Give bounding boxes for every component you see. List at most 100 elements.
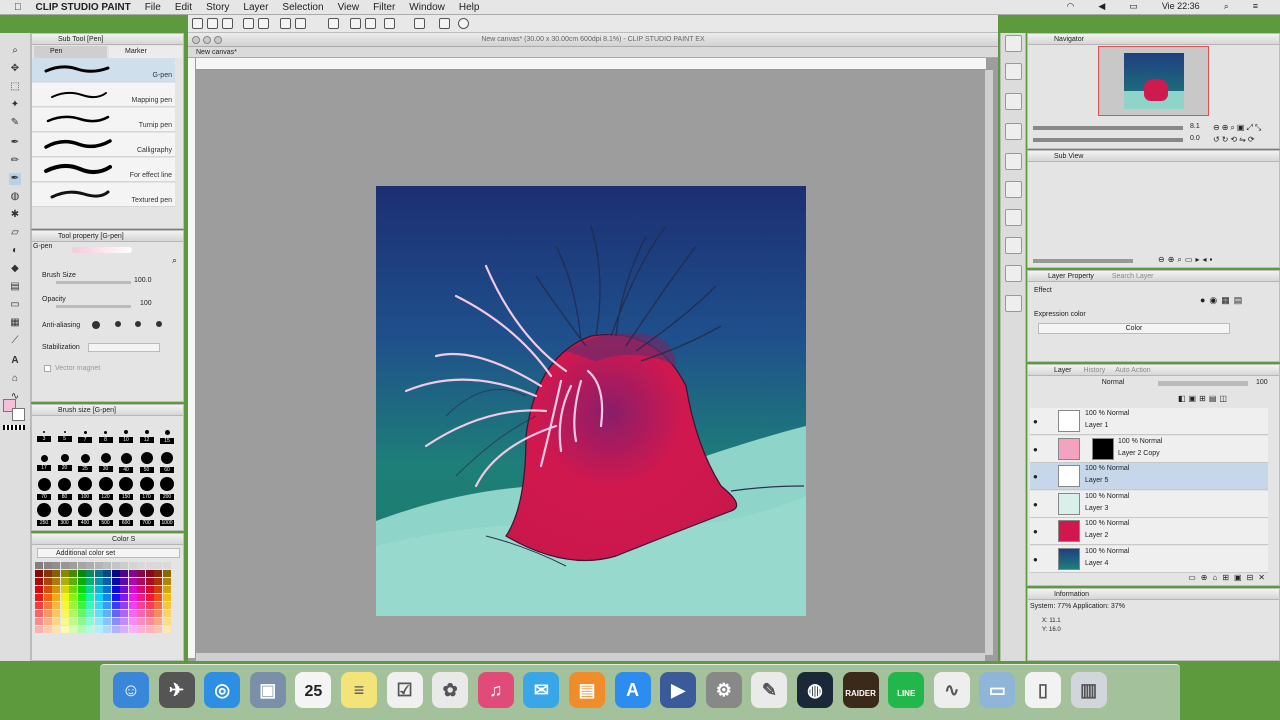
ibooks-icon[interactable]: ▤ <box>569 672 605 708</box>
notifications-icon[interactable]: ≡ <box>1253 1 1258 12</box>
menu-story[interactable]: Story <box>206 2 229 13</box>
color-swatch[interactable] <box>94 602 103 609</box>
layer-row[interactable]: ● 100 % Normal Layer 4 <box>1030 545 1268 573</box>
color-swatch[interactable] <box>128 626 137 633</box>
color-swatch[interactable] <box>111 594 120 601</box>
color-swatch[interactable] <box>52 618 60 625</box>
color-swatch[interactable] <box>145 610 154 617</box>
color-swatch[interactable] <box>154 594 162 601</box>
menu-view[interactable]: View <box>338 2 360 13</box>
apple-icon[interactable]:  <box>14 2 22 13</box>
color-swatch[interactable] <box>111 610 120 617</box>
eye-icon[interactable]: ● <box>1033 417 1038 426</box>
line-icon[interactable]: LINE <box>888 672 925 708</box>
color-swatch[interactable] <box>60 570 69 577</box>
tab-layer[interactable]: Layer <box>1054 367 1072 374</box>
transparent-color-swatch[interactable] <box>3 425 25 430</box>
text-tool-icon[interactable]: A <box>9 355 21 367</box>
color-swatch[interactable] <box>145 594 154 601</box>
material-icon[interactable] <box>1005 35 1022 52</box>
color-swatch[interactable] <box>162 586 171 593</box>
color-swatch[interactable] <box>120 610 128 617</box>
color-swatch[interactable] <box>145 562 154 569</box>
color-swatch[interactable] <box>52 562 60 569</box>
color-set-tab[interactable]: Color S <box>32 534 183 545</box>
brush-size-option[interactable]: 25 <box>75 451 95 472</box>
color-swatch[interactable] <box>52 602 60 609</box>
brush-size-option[interactable]: 3 <box>34 425 54 445</box>
opacity-value[interactable]: 100 <box>140 300 152 307</box>
app-menu[interactable]: CLIP STUDIO PAINT <box>36 2 131 13</box>
color-swatch[interactable] <box>120 594 128 601</box>
color-swatch[interactable] <box>162 562 171 569</box>
document-icon[interactable]: ▯ <box>1025 672 1061 708</box>
color-swatch[interactable] <box>35 562 43 569</box>
color-swatch[interactable] <box>162 610 171 617</box>
brush-size-option[interactable]: 20 <box>55 451 75 471</box>
color-swatch[interactable] <box>77 562 86 569</box>
eye-icon[interactable]: ● <box>1033 527 1038 536</box>
color-swatch[interactable] <box>103 570 111 577</box>
color-swatch[interactable] <box>60 562 69 569</box>
help-icon[interactable] <box>458 18 469 29</box>
brush-size-option[interactable]: 250 <box>34 503 54 526</box>
color-swatch[interactable] <box>60 594 69 601</box>
color-swatch[interactable] <box>145 618 154 625</box>
color-swatch[interactable] <box>120 570 128 577</box>
redo-icon[interactable] <box>258 18 269 29</box>
selection-tool-icon[interactable]: ⬚ <box>9 81 21 93</box>
eye-icon[interactable]: ● <box>1033 445 1038 454</box>
brush-tool-icon[interactable]: ✒ <box>9 173 21 185</box>
open-icon[interactable] <box>207 18 218 29</box>
menu-window[interactable]: Window <box>409 2 445 13</box>
transform-icon[interactable] <box>280 18 291 29</box>
menu-layer[interactable]: Layer <box>243 2 268 13</box>
color-swatch[interactable] <box>154 618 162 625</box>
steam-icon[interactable]: ◍ <box>797 672 833 708</box>
color-swatch[interactable] <box>145 626 154 633</box>
finder-icon[interactable]: ☺ <box>113 672 149 708</box>
appstore-icon[interactable]: A <box>614 672 651 708</box>
color-swatch[interactable] <box>77 602 86 609</box>
color-swatch[interactable] <box>128 618 137 625</box>
color-swatch[interactable] <box>162 594 171 601</box>
color-swatch[interactable] <box>69 602 77 609</box>
brush-size-option[interactable]: 10 <box>116 425 136 445</box>
color-swatch[interactable] <box>111 562 120 569</box>
color-swatch[interactable] <box>120 602 128 609</box>
textedit-icon[interactable]: ✎ <box>751 672 788 708</box>
color-swatch[interactable] <box>43 618 52 625</box>
blend-mode-select[interactable]: Normal <box>1073 379 1153 389</box>
layer-row[interactable]: ● 100 % Normal Layer 2 Copy <box>1030 435 1268 463</box>
material-icon[interactable] <box>1005 237 1022 254</box>
color-swatch[interactable] <box>137 578 145 585</box>
color-swatch[interactable] <box>145 602 154 609</box>
wifi-icon[interactable]: ◠ <box>1067 1 1075 12</box>
color-swatch[interactable] <box>77 578 86 585</box>
color-swatch[interactable] <box>69 618 77 625</box>
brush-size-option[interactable]: 60 <box>157 451 177 473</box>
pen-item-gpen[interactable]: G-pen <box>32 58 175 82</box>
color-swatch[interactable] <box>52 586 60 593</box>
balloon-tool-icon[interactable]: ⌂ <box>9 373 21 385</box>
color-swatch[interactable] <box>103 586 111 593</box>
zoom-window-icon[interactable] <box>214 36 222 44</box>
ruler-tool-icon[interactable]: ⟋ <box>9 335 21 347</box>
color-swatch[interactable] <box>154 578 162 585</box>
color-swatch[interactable] <box>94 586 103 593</box>
color-swatch[interactable] <box>111 602 120 609</box>
navigator-preview[interactable] <box>1098 46 1209 116</box>
brush-size-option[interactable]: 5 <box>55 425 75 445</box>
layer-actions[interactable]: ▭⊕⌂⊞▣⊟✕ <box>1030 573 1270 583</box>
color-swatch[interactable] <box>52 570 60 577</box>
color-swatch[interactable] <box>86 562 94 569</box>
fill-icon[interactable] <box>328 18 339 29</box>
tab-layer-property[interactable]: Layer Property <box>1048 273 1094 280</box>
color-swatch[interactable] <box>137 562 145 569</box>
material-icon[interactable] <box>1005 63 1022 80</box>
brush-size-option[interactable]: 80 <box>55 477 75 500</box>
color-swatch[interactable] <box>128 594 137 601</box>
pen-item-effect-line[interactable]: For effect line <box>32 158 175 182</box>
color-swatch[interactable] <box>60 602 69 609</box>
tab-history[interactable]: History <box>1083 367 1105 374</box>
